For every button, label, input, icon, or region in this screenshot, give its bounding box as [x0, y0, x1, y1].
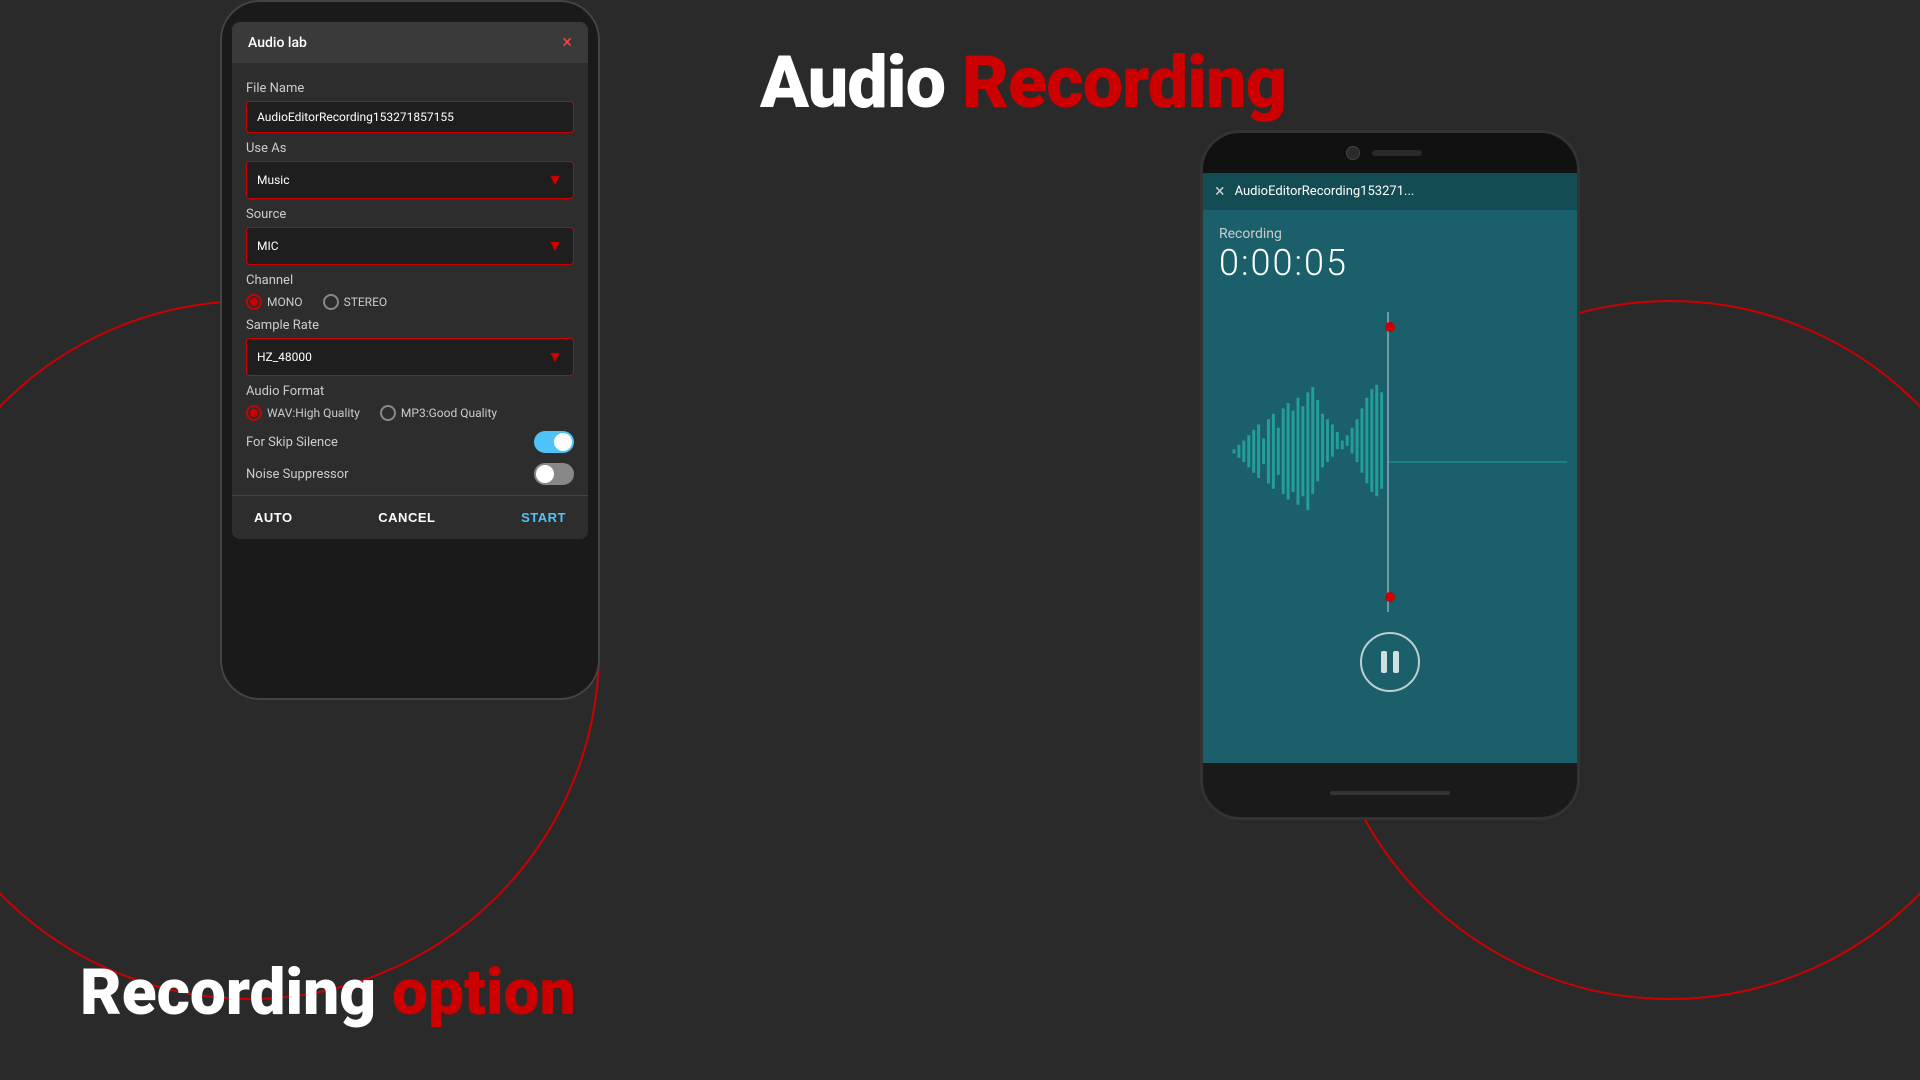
recording-topbar: × AudioEditorRecording153271... [1203, 173, 1577, 210]
auto-button[interactable]: AUTO [246, 506, 301, 529]
use-as-label: Use As [246, 141, 574, 156]
source-dropdown[interactable]: MIC ▼ [246, 227, 574, 265]
main-title-red: Recording [962, 40, 1286, 125]
playhead-dot-top [1385, 322, 1395, 332]
phone-speaker [1372, 150, 1422, 156]
source-label: Source [246, 207, 574, 222]
start-button[interactable]: START [513, 506, 574, 529]
dialog-body: File Name AudioEditorRecording1532718571… [232, 63, 588, 495]
stereo-radio-dot [323, 294, 339, 310]
channel-radio-group: MONO STEREO [246, 294, 574, 310]
noise-suppressor-toggle[interactable] [534, 463, 574, 485]
dialog-footer: AUTO CANCEL START [232, 495, 588, 539]
channel-label: Channel [246, 273, 574, 288]
dialog-close-button[interactable]: × [562, 32, 572, 53]
phone-right: × AudioEditorRecording153271... Recordin… [1200, 130, 1580, 820]
skip-silence-toggle-label: For Skip Silence [246, 435, 338, 450]
pause-bar-left [1381, 651, 1387, 673]
recording-filename: AudioEditorRecording153271... [1235, 184, 1565, 199]
recording-time: 0:00:05 [1219, 242, 1561, 284]
use-as-value: Music [257, 173, 289, 187]
mono-radio-dot [246, 294, 262, 310]
sample-rate-arrow-icon: ▼ [547, 347, 563, 367]
mono-label: MONO [267, 295, 303, 309]
use-as-dropdown[interactable]: Music ▼ [246, 161, 574, 199]
main-title-white: Audio [760, 40, 962, 125]
pause-bar-right [1393, 651, 1399, 673]
recording-label: Recording [1219, 226, 1561, 242]
skip-silence-toggle[interactable] [534, 431, 574, 453]
bottom-title: Recording option [80, 955, 576, 1030]
dialog-container: Audio lab × File Name AudioEditorRecordi… [232, 22, 588, 539]
playhead-dot-bottom [1385, 592, 1395, 602]
phone-camera [1346, 146, 1360, 160]
skip-silence-row: For Skip Silence [246, 431, 574, 453]
wav-radio[interactable]: WAV:High Quality [246, 405, 360, 421]
phone-left: Audio lab × File Name AudioEditorRecordi… [220, 0, 600, 700]
recording-screen: × AudioEditorRecording153271... Recordin… [1203, 173, 1577, 763]
wav-radio-dot [246, 405, 262, 421]
waveform-svg [1203, 312, 1577, 612]
pause-button-container [1203, 632, 1577, 692]
mp3-radio-dot [380, 405, 396, 421]
sample-rate-dropdown[interactable]: HZ_48000 ▼ [246, 338, 574, 376]
source-arrow-icon: ▼ [547, 236, 563, 256]
mono-radio[interactable]: MONO [246, 294, 303, 310]
file-name-label: File Name [246, 81, 574, 96]
main-title-area: Audio Recording [760, 40, 1570, 125]
wav-label: WAV:High Quality [267, 406, 360, 420]
mp3-label: MP3:Good Quality [401, 406, 497, 420]
use-as-arrow-icon: ▼ [547, 170, 563, 190]
bottom-title-white: Recording [80, 955, 392, 1030]
stereo-label: STEREO [344, 295, 388, 309]
dialog-title: Audio lab [248, 35, 307, 51]
recording-close-button[interactable]: × [1215, 181, 1225, 202]
sample-rate-label: Sample Rate [246, 318, 574, 333]
pause-icon [1381, 651, 1399, 673]
cancel-button[interactable]: CANCEL [370, 506, 443, 529]
pause-button[interactable] [1360, 632, 1420, 692]
source-value: MIC [257, 239, 279, 253]
stereo-radio[interactable]: STEREO [323, 294, 388, 310]
phone-home-bar [1330, 791, 1450, 795]
phone-right-top-bar [1203, 133, 1577, 173]
waveform-container [1203, 312, 1577, 612]
noise-suppressor-row: Noise Suppressor [246, 463, 574, 485]
file-name-input[interactable]: AudioEditorRecording153271857155 [246, 101, 574, 133]
audio-format-label: Audio Format [246, 384, 574, 399]
bottom-title-red: option [392, 955, 576, 1030]
sample-rate-value: HZ_48000 [257, 350, 312, 364]
noise-suppressor-label: Noise Suppressor [246, 467, 349, 482]
recording-info: Recording 0:00:05 [1203, 210, 1577, 292]
audio-format-radio-group: WAV:High Quality MP3:Good Quality [246, 405, 574, 421]
mp3-radio[interactable]: MP3:Good Quality [380, 405, 497, 421]
dialog-header: Audio lab × [232, 22, 588, 63]
